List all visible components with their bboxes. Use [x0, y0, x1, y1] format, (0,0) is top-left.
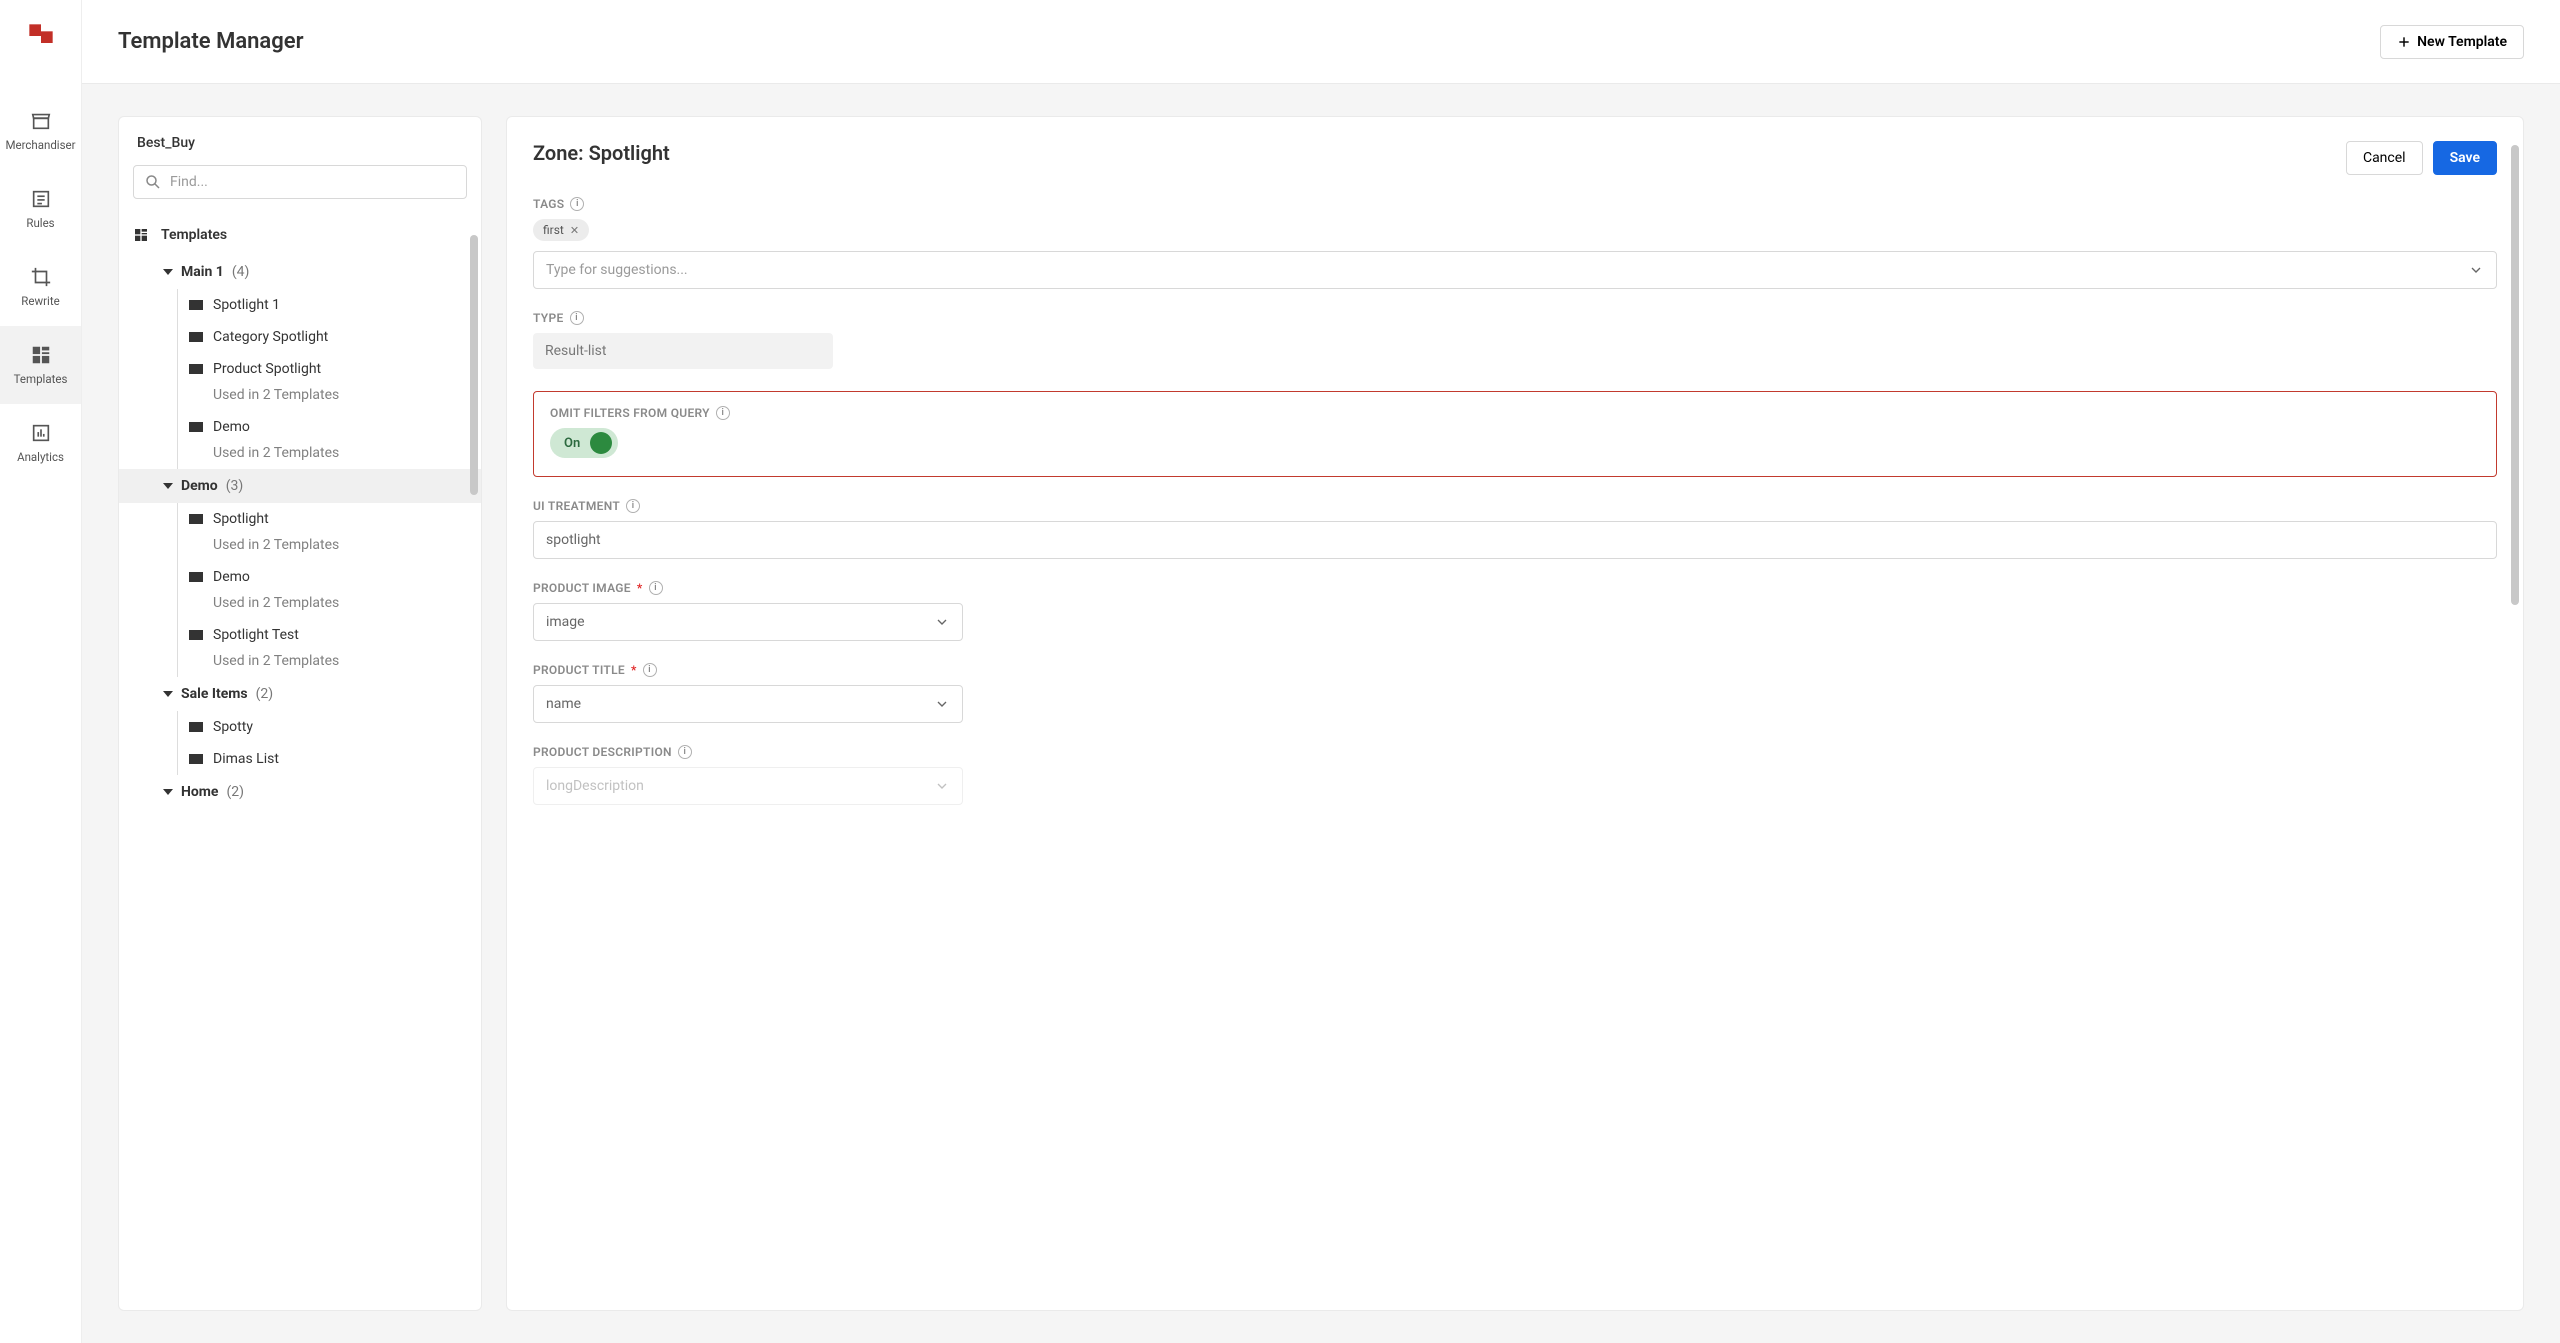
templates-header[interactable]: Templates [119, 215, 481, 255]
plus-icon [2397, 35, 2411, 49]
usage-label: Used in 2 Templates [119, 651, 481, 677]
nav-label: Rewrite [21, 294, 59, 308]
tree-group-demo[interactable]: Demo (3) [119, 469, 481, 503]
type-value: Result-list [533, 333, 833, 369]
nav-label: Templates [14, 372, 68, 386]
chevron-down-icon [934, 696, 950, 712]
template-icon [189, 514, 203, 524]
omit-filters-section: OMIT FILTERS FROM QUERYi On [533, 391, 2497, 477]
nav-label: Rules [26, 216, 54, 230]
list-icon [30, 188, 52, 210]
chevron-down-icon [2468, 262, 2484, 278]
nav-templates[interactable]: Templates [0, 326, 81, 404]
tree-item[interactable]: Spotlight [119, 503, 481, 535]
template-icon [189, 364, 203, 374]
nav-analytics[interactable]: Analytics [0, 404, 81, 482]
info-icon[interactable]: i [643, 663, 657, 677]
template-icon [189, 422, 203, 432]
info-icon[interactable]: i [716, 406, 730, 420]
template-icon [189, 754, 203, 764]
tree-item[interactable]: Dimas List [119, 743, 481, 775]
product-image-section: PRODUCT IMAGE*i image [533, 581, 2497, 641]
project-name: Best_Buy [119, 117, 481, 165]
product-title-section: PRODUCT TITLE*i name [533, 663, 2497, 723]
crop-icon [30, 266, 52, 288]
caret-down-icon [163, 483, 173, 489]
new-template-button[interactable]: New Template [2380, 25, 2524, 59]
template-icon [189, 332, 203, 342]
tree-item[interactable]: Demo [119, 411, 481, 443]
usage-label: Used in 2 Templates [119, 535, 481, 561]
ui-treatment-section: UI TREATMENTi [533, 499, 2497, 559]
tree-scroll[interactable]: Templates Main 1 (4) Spotlight 1 Categor… [119, 215, 481, 1310]
tree-item[interactable]: Demo [119, 561, 481, 593]
storefront-icon [30, 110, 52, 132]
info-icon[interactable]: i [570, 311, 584, 325]
tree-group-home[interactable]: Home (2) [119, 775, 481, 809]
nav-rules[interactable]: Rules [0, 170, 81, 248]
type-section: TYPEi Result-list [533, 311, 2497, 369]
scrollbar[interactable] [2511, 145, 2519, 605]
chevron-down-icon [934, 614, 950, 630]
save-button[interactable]: Save [2433, 141, 2497, 175]
usage-label: Used in 2 Templates [119, 385, 481, 411]
chart-icon [30, 422, 52, 444]
tags-input[interactable]: Type for suggestions... [533, 251, 2497, 289]
scrollbar[interactable] [470, 235, 478, 495]
template-icon [189, 630, 203, 640]
template-icon [189, 572, 203, 582]
nav-label: Analytics [17, 450, 64, 464]
nav-merchandiser[interactable]: Merchandiser [0, 92, 81, 170]
page-title: Template Manager [118, 29, 304, 54]
info-icon[interactable]: i [678, 745, 692, 759]
product-description-select[interactable]: longDescription [533, 767, 963, 805]
search-input-wrapper[interactable] [133, 165, 467, 199]
zone-title: Zone: Spotlight [533, 141, 670, 165]
tree-group-sale[interactable]: Sale Items (2) [119, 677, 481, 711]
chevron-down-icon [934, 778, 950, 794]
template-icon [189, 722, 203, 732]
product-title-select[interactable]: name [533, 685, 963, 723]
nav-rewrite[interactable]: Rewrite [0, 248, 81, 326]
product-image-select[interactable]: image [533, 603, 963, 641]
template-icon [189, 300, 203, 310]
tree-item[interactable]: Spotlight Test [119, 619, 481, 651]
search-input[interactable] [170, 174, 456, 190]
tag-remove-icon[interactable]: ✕ [570, 224, 579, 237]
dashboard-icon [30, 344, 52, 366]
product-description-section: PRODUCT DESCRIPTIONi longDescription [533, 745, 2497, 805]
workspace: Best_Buy Templates Main 1 [82, 84, 2560, 1343]
ui-treatment-input[interactable] [533, 521, 2497, 559]
nav-label: Merchandiser [5, 138, 75, 152]
icon-rail: Merchandiser Rules Rewrite Templates Ana… [0, 0, 82, 1343]
detail-panel: Zone: Spotlight Cancel Save TAGSi first … [506, 116, 2524, 1311]
search-icon [144, 173, 162, 191]
usage-label: Used in 2 Templates [119, 443, 481, 469]
tree-item[interactable]: Product Spotlight [119, 353, 481, 385]
info-icon[interactable]: i [570, 197, 584, 211]
caret-down-icon [163, 691, 173, 697]
page-header: Template Manager New Template [82, 0, 2560, 84]
toggle-knob [590, 432, 612, 454]
tree-panel: Best_Buy Templates Main 1 [118, 116, 482, 1311]
tags-section: TAGSi first ✕ Type for suggestions... [533, 197, 2497, 289]
info-icon[interactable]: i [649, 581, 663, 595]
info-icon[interactable]: i [626, 499, 640, 513]
logo-icon[interactable] [27, 22, 55, 50]
omit-filters-toggle[interactable]: On [550, 428, 618, 458]
usage-label: Used in 2 Templates [119, 593, 481, 619]
dashboard-icon [133, 227, 149, 243]
tree-item[interactable]: Category Spotlight [119, 321, 481, 353]
tree-item[interactable]: Spotty [119, 711, 481, 743]
caret-down-icon [163, 269, 173, 275]
cancel-button[interactable]: Cancel [2346, 141, 2423, 175]
tag-chip[interactable]: first ✕ [533, 219, 589, 241]
caret-down-icon [163, 789, 173, 795]
tree-item[interactable]: Spotlight 1 [119, 289, 481, 321]
tree-group-main1[interactable]: Main 1 (4) [119, 255, 481, 289]
